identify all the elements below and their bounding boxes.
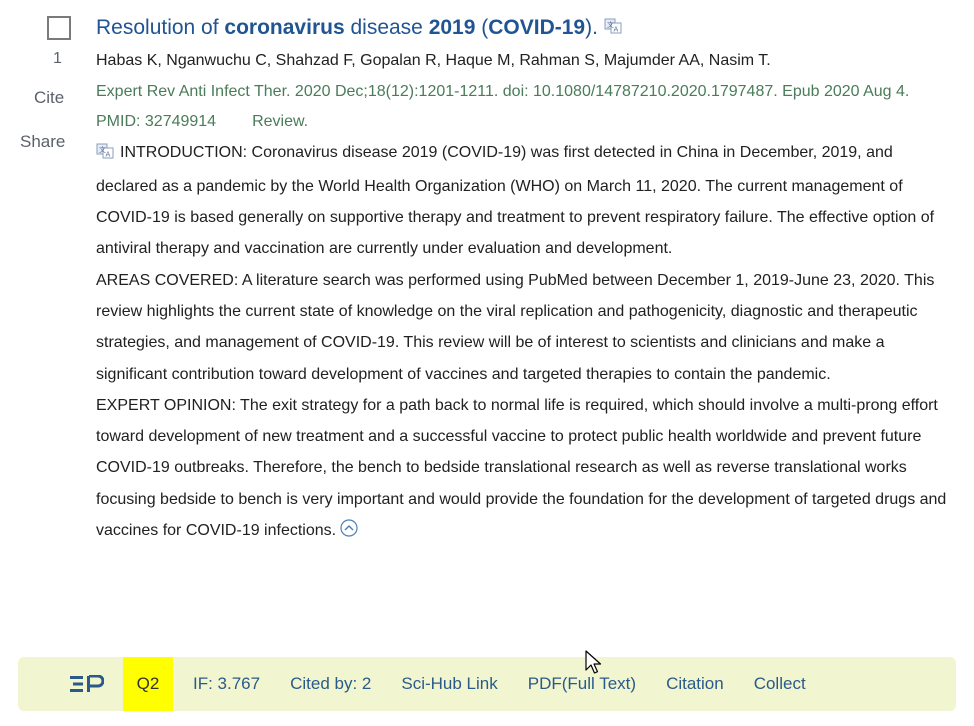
cited-by-link[interactable]: Cited by: 2	[290, 674, 371, 694]
mouse-cursor-icon	[585, 650, 603, 681]
article-citation: Expert Rev Anti Infect Ther. 2020 Dec;18…	[96, 83, 910, 101]
article-title-link[interactable]: Resolution of coronavirus disease 2019 (…	[96, 12, 952, 44]
abstract: 文 A INTRODUCTION: Coronavirus disease 2019…	[96, 137, 952, 548]
impact-factor: IF: 3.767	[193, 674, 261, 693]
share-button[interactable]: Share	[20, 132, 65, 152]
svg-text:A: A	[106, 151, 111, 159]
translate-icon[interactable]: 文A	[604, 12, 622, 44]
article-meta: PMID: 32749914 Review.	[96, 107, 952, 137]
select-result-checkbox[interactable]	[47, 16, 71, 40]
scihub-link[interactable]: Sci-Hub Link	[401, 674, 497, 694]
ep-logo-icon[interactable]	[70, 675, 120, 693]
easy-pubmed-toolbar: Q2 IF: 3.767 Cited by: 2 Sci-Hub Link PD…	[18, 657, 956, 711]
journal-quartile-badge: Q2	[123, 657, 173, 711]
search-result: Resolution of coronavirus disease 2019 (…	[96, 12, 952, 548]
collapse-abstract-icon[interactable]	[340, 517, 358, 548]
publication-type: Review.	[252, 113, 309, 131]
abstract-introduction: 文 A INTRODUCTION: Coronavirus disease 2019…	[96, 137, 952, 264]
pmid: PMID: 32749914	[96, 113, 217, 131]
citation-link[interactable]: Citation	[666, 674, 724, 694]
abstract-areas-covered: AREAS COVERED: A literature search was p…	[96, 271, 935, 383]
pdf-full-text-link[interactable]: PDF(Full Text)	[528, 674, 636, 694]
collect-link[interactable]: Collect	[754, 674, 806, 694]
article-authors: Habas K, Nganwuchu C, Shahzad F, Gopalan…	[96, 52, 771, 70]
translate-icon[interactable]: 文A	[96, 139, 114, 170]
svg-text:A: A	[613, 26, 618, 34]
result-number: 1	[53, 50, 62, 67]
cite-button[interactable]: Cite	[34, 88, 64, 108]
abstract-expert-opinion: EXPERT OPINION: The exit strategy for a …	[96, 390, 952, 548]
